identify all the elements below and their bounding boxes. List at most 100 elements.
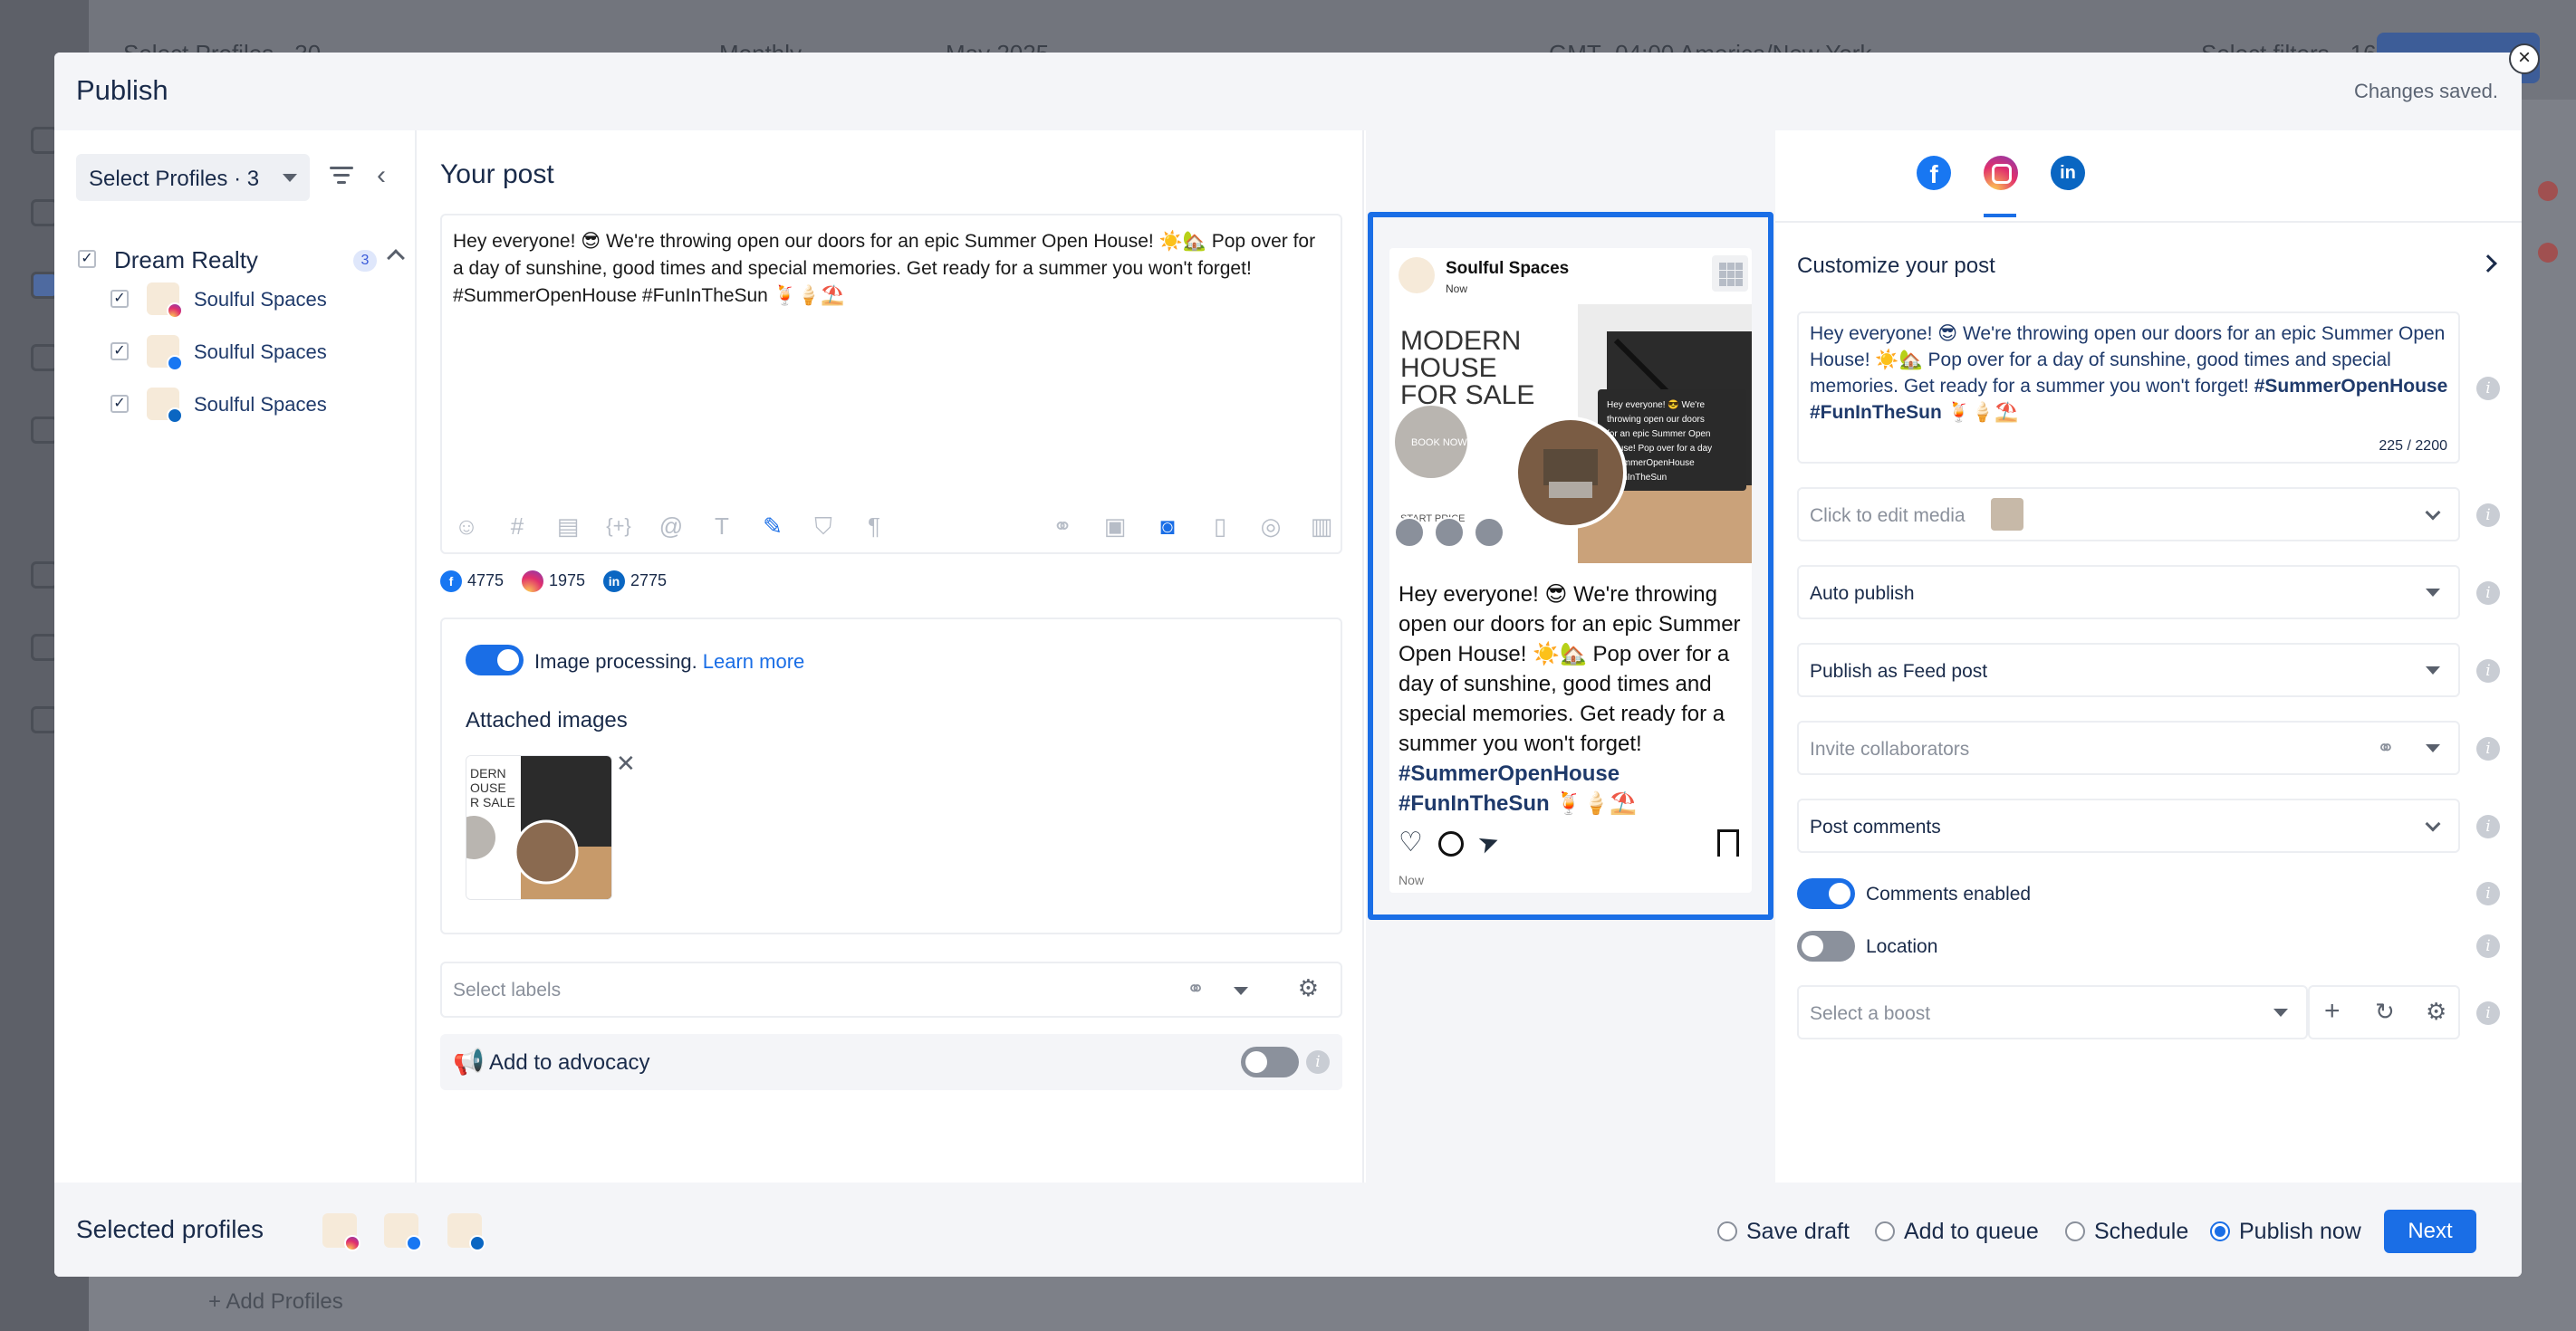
profile-checkbox[interactable]: ✓ <box>111 342 129 360</box>
info-icon[interactable]: i <box>2476 737 2500 761</box>
next-button[interactable]: Next <box>2384 1210 2476 1253</box>
preview-account-name: Soulful Spaces <box>1446 259 1570 278</box>
publish-now-option[interactable]: Publish now <box>2210 1219 2361 1245</box>
shield-icon[interactable]: ⛉ <box>810 512 837 540</box>
info-icon[interactable]: i <box>2476 934 2500 958</box>
chevron-right-icon[interactable] <box>2479 254 2497 273</box>
info-icon[interactable]: i <box>2476 1001 2500 1025</box>
svg-text:Hey everyone! 😎 We're: Hey everyone! 😎 We're <box>1607 399 1706 410</box>
filter-icon[interactable] <box>330 167 353 187</box>
chevron-left-icon[interactable]: ‹ <box>377 162 386 189</box>
image-processing-toggle[interactable] <box>466 645 524 675</box>
link-icon[interactable]: ⚭ <box>1049 512 1076 540</box>
custom-text-emoji: 🍹🍦⛱️ <box>1946 402 2019 423</box>
remove-image-icon[interactable]: ✕ <box>616 750 636 778</box>
post-comments-field[interactable]: Post comments <box>1797 799 2460 853</box>
bg-add-profiles: + Add Profiles <box>208 1289 343 1314</box>
link-icon[interactable]: ⚭ <box>1187 976 1205 1002</box>
close-icon[interactable]: × <box>2509 43 2540 74</box>
gear-icon[interactable]: ⚙ <box>1298 974 1319 1002</box>
radio-icon[interactable] <box>2065 1221 2085 1241</box>
bookmark-icon <box>1717 829 1739 857</box>
info-icon[interactable]: i <box>2476 377 2500 400</box>
publish-as-select[interactable]: Publish as Feed post <box>1797 643 2460 697</box>
collaborators-select[interactable]: Invite collaborators ⚭ <box>1797 721 2460 775</box>
link-icon[interactable]: ⚭ <box>2377 735 2395 761</box>
group-checkbox[interactable]: ✓ <box>78 250 96 268</box>
mention-icon[interactable]: @ <box>658 512 685 540</box>
collaborators-placeholder: Invite collaborators <box>1810 739 1970 760</box>
document-icon[interactable]: ▯ <box>1206 512 1234 540</box>
boost-select[interactable]: Select a boost <box>1797 985 2308 1039</box>
profile-item-facebook[interactable]: ✓ Soulful Spaces <box>111 335 400 375</box>
advocacy-toggle[interactable] <box>1241 1047 1299 1077</box>
video-icon[interactable]: ▣ <box>1101 512 1129 540</box>
avatar <box>322 1213 360 1251</box>
profile-checkbox[interactable]: ✓ <box>111 395 129 413</box>
location-toggle[interactable] <box>1797 931 1855 962</box>
post-comments-label: Post comments <box>1810 817 1941 838</box>
paragraph-icon[interactable]: ¶ <box>860 512 888 540</box>
info-icon[interactable]: i <box>2476 659 2500 683</box>
refresh-icon[interactable]: ↻ <box>2375 998 2395 1026</box>
profile-group-dream-realty[interactable]: ✓ Dream Realty 3 <box>78 241 405 277</box>
tab-facebook[interactable]: f <box>1917 156 1951 190</box>
canva-icon[interactable]: ◎ <box>1257 512 1284 540</box>
profile-checkbox[interactable]: ✓ <box>111 290 129 308</box>
chart-icon[interactable]: ▥ <box>1308 512 1335 540</box>
info-icon[interactable]: i <box>2476 581 2500 605</box>
publish-mode-select[interactable]: Auto publish <box>1797 565 2460 619</box>
linkedin-count: in 2775 <box>603 570 667 592</box>
comments-enabled-toggle[interactable] <box>1797 878 1855 909</box>
hashtag-icon[interactable]: # <box>504 512 531 540</box>
custom-text[interactable]: Hey everyone! 😎 We're throwing open our … <box>1810 321 2453 426</box>
learn-more-link[interactable]: Learn more <box>703 650 805 673</box>
tab-linkedin[interactable]: in <box>2051 156 2085 190</box>
your-post-heading: Your post <box>440 159 554 189</box>
profile-name: Soulful Spaces <box>194 340 327 363</box>
magic-wand-icon[interactable]: ✎ <box>759 512 786 540</box>
attached-image-thumbnail[interactable]: DERN OUSE R SALE <box>466 755 612 900</box>
info-icon[interactable]: i <box>2476 815 2500 838</box>
network-tabs: f in <box>1848 130 2085 221</box>
linkedin-icon <box>167 407 183 424</box>
caret-down-icon <box>2426 589 2440 597</box>
profile-item-instagram[interactable]: ✓ Soulful Spaces <box>111 282 400 322</box>
preview-panel: Soulful Spaces Now Hey everyone! 😎 We're… <box>1366 130 1775 1183</box>
radio-selected-icon[interactable] <box>2210 1221 2230 1241</box>
save-status: Changes saved. <box>2354 80 2498 102</box>
grid-icon[interactable] <box>1712 255 1748 292</box>
camera-icon[interactable]: ◙ <box>1154 512 1181 540</box>
post-text-editor[interactable]: Hey everyone! 😎 We're throwing open our … <box>440 214 1342 554</box>
post-text[interactable]: Hey everyone! 😎 We're throwing open our … <box>453 228 1322 310</box>
select-profiles-dropdown[interactable]: Select Profiles · 3 <box>76 154 310 201</box>
emoji-icon[interactable]: ☺ <box>453 512 480 540</box>
labels-select[interactable]: Select labels ⚭ ⚙ <box>440 962 1342 1018</box>
info-icon[interactable]: i <box>2476 882 2500 905</box>
info-icon[interactable]: i <box>2476 503 2500 527</box>
avatar <box>147 335 183 371</box>
add-to-queue-option[interactable]: Add to queue <box>1875 1219 2039 1245</box>
edit-media-field[interactable]: Click to edit media <box>1797 487 2460 541</box>
gear-icon[interactable]: ⚙ <box>2426 998 2446 1026</box>
radio-icon[interactable] <box>1875 1221 1895 1241</box>
modal-header: Publish Changes saved. <box>54 53 2522 130</box>
schedule-option[interactable]: Schedule <box>2065 1219 2188 1245</box>
info-icon[interactable]: i <box>1306 1050 1330 1074</box>
save-draft-option[interactable]: Save draft <box>1717 1219 1850 1245</box>
profile-item-linkedin[interactable]: ✓ Soulful Spaces <box>111 388 400 427</box>
instagram-icon <box>167 302 183 319</box>
avatar <box>147 388 183 424</box>
variable-icon[interactable]: {+} <box>605 512 632 540</box>
preview-actions: ♡ ➤ <box>1399 826 1743 860</box>
caret-down-icon[interactable] <box>1234 987 1248 995</box>
text-format-icon[interactable]: T <box>708 512 735 540</box>
modal-title: Publish <box>76 74 168 106</box>
custom-text-editor[interactable]: Hey everyone! 😎 We're throwing open our … <box>1797 311 2460 464</box>
radio-icon[interactable] <box>1717 1221 1737 1241</box>
snippet-icon[interactable]: ▤ <box>554 512 582 540</box>
add-boost-icon[interactable]: + <box>2324 996 2341 1027</box>
tab-instagram[interactable] <box>1984 156 2018 190</box>
chevron-up-icon[interactable] <box>387 249 405 267</box>
caret-down-icon <box>2426 744 2440 752</box>
